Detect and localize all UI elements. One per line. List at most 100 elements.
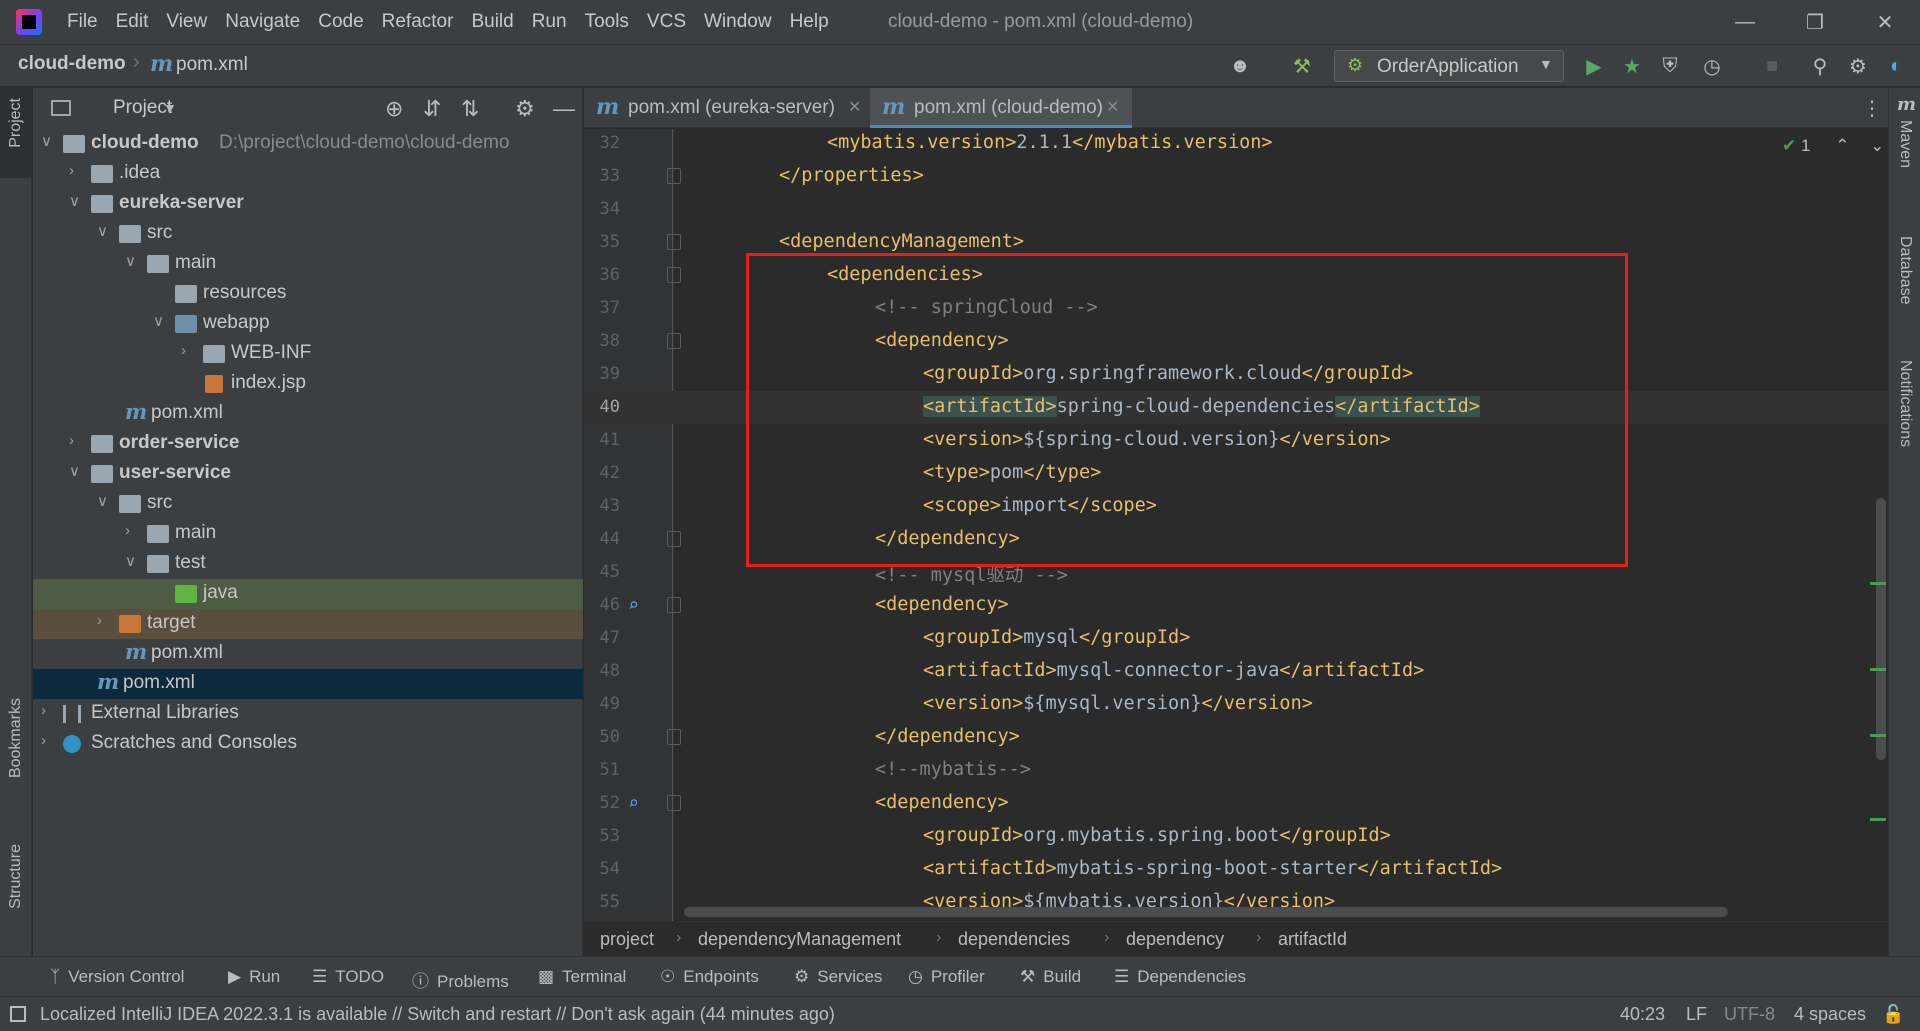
tree-item-order-service[interactable]: › order-service [33, 429, 583, 459]
chevron-down-icon[interactable]: ∨ [125, 252, 139, 270]
database-stripe-label[interactable]: Database [1896, 236, 1914, 305]
chevron-down-icon[interactable]: ∨ [41, 132, 55, 150]
code-line[interactable]: 51 <!--mybatis--> [584, 754, 1888, 787]
menu-help[interactable]: Help [781, 0, 838, 44]
line-number[interactable]: 33 [584, 166, 620, 186]
menu-code[interactable]: Code [309, 0, 372, 44]
line-number[interactable]: 49 [584, 694, 620, 714]
menu-file[interactable]: File [58, 0, 107, 44]
tab-pom-cloud-demo[interactable]: m pom.xml (cloud-demo) ✕ [870, 88, 1132, 128]
indent-setting[interactable]: 4 spaces [1794, 1004, 1866, 1025]
tree-item-user-service[interactable]: ∨ user-service [33, 459, 583, 489]
fold-marker-icon[interactable] [667, 597, 681, 613]
nav-crumb-project[interactable]: cloud-demo [18, 53, 126, 75]
line-number[interactable]: 34 [584, 199, 620, 219]
close-tab-icon[interactable]: ✕ [848, 97, 861, 117]
status-message[interactable]: Localized IntelliJ IDEA 2022.3.1 is avai… [40, 1004, 835, 1025]
tool-services[interactable]: ⚙ Services [794, 967, 882, 987]
inspection-widget[interactable]: ✔ 1 ⌃ ⌄ [1782, 136, 1884, 156]
line-number[interactable]: 52 [584, 793, 620, 813]
line-number[interactable]: 51 [584, 760, 620, 780]
line-number[interactable]: 32 [584, 133, 620, 153]
chevron-right-icon[interactable]: › [125, 522, 139, 539]
menu-window[interactable]: Window [695, 0, 781, 44]
line-number[interactable]: 39 [584, 364, 620, 384]
tree-item-java[interactable]: java [33, 579, 583, 609]
tool-windows-toggle-icon[interactable] [10, 1006, 26, 1022]
tree-item-idea[interactable]: › .idea [33, 159, 583, 189]
build-hammer-icon[interactable]: ⚒ [1290, 54, 1314, 78]
chevron-down-icon[interactable]: ∨ [97, 222, 111, 240]
profile-icon[interactable]: ◷ [1700, 54, 1724, 78]
tree-item-eureka-server[interactable]: ∨ eureka-server [33, 189, 583, 219]
hide-panel-icon[interactable]: — [553, 96, 575, 122]
tree-item-src[interactable]: ∨ src [33, 489, 583, 519]
code-line[interactable]: 52 ⌕ <dependency> [584, 787, 1888, 820]
tree-item-test[interactable]: ∨ test [33, 549, 583, 579]
line-number[interactable]: 45 [584, 562, 620, 582]
menu-vcs[interactable]: VCS [638, 0, 695, 44]
expand-all-icon[interactable]: ⇵ [423, 96, 441, 122]
panel-settings-gear-icon[interactable]: ⚙ [515, 96, 535, 122]
code-line[interactable]: 48 <artifactId>mysql-connector-java</arti… [584, 655, 1888, 688]
vertical-scrollbar[interactable] [1876, 498, 1886, 760]
chevron-right-icon[interactable]: › [41, 702, 55, 719]
fold-marker-icon[interactable] [667, 531, 681, 547]
structure-stripe-label[interactable]: Structure [7, 844, 25, 909]
run-icon[interactable]: ▶ [1582, 54, 1606, 78]
search-icon[interactable]: ⚲ [1808, 54, 1832, 78]
caret-position[interactable]: 40:23 [1620, 1004, 1665, 1025]
code-line[interactable]: 50 </dependency> [584, 721, 1888, 754]
tab-pom-eureka-server[interactable]: m pom.xml (eureka-server) ✕ [584, 88, 866, 128]
menu-edit[interactable]: Edit [107, 0, 158, 44]
chevron-right-icon[interactable]: › [69, 432, 83, 449]
fold-marker-icon[interactable] [667, 729, 681, 745]
project-stripe-button[interactable]: Project [0, 88, 32, 178]
line-number[interactable]: 46 [584, 595, 620, 615]
dependency-search-icon[interactable]: ⌕ [628, 595, 639, 616]
line-number[interactable]: 47 [584, 628, 620, 648]
tool-run[interactable]: ▶ Run [228, 967, 280, 987]
tree-item-main[interactable]: › main [33, 519, 583, 549]
line-separator[interactable]: LF [1686, 1004, 1707, 1025]
more-tabs-icon[interactable]: ⋮ [1862, 96, 1882, 121]
notifications-stripe-label[interactable]: Notifications [1896, 360, 1914, 447]
chevron-down-icon[interactable]: ∨ [125, 552, 139, 570]
code-line[interactable]: 46 ⌕ <dependency> [584, 589, 1888, 622]
line-number[interactable]: 42 [584, 463, 620, 483]
tool-endpoints[interactable]: ☉ Endpoints [660, 967, 759, 987]
breadcrumb-dependency[interactable]: dependency [1126, 929, 1224, 950]
line-number[interactable]: 48 [584, 661, 620, 681]
debug-icon[interactable]: ★ [1620, 54, 1644, 78]
tool-profiler[interactable]: ◷ Profiler [908, 967, 985, 987]
line-number[interactable]: 37 [584, 298, 620, 318]
error-stripe-mark[interactable] [1870, 818, 1886, 821]
restore-icon[interactable]: ❐ [1780, 0, 1850, 44]
fold-marker-icon[interactable] [667, 333, 681, 349]
tool-build[interactable]: ⚒ Build [1020, 967, 1081, 987]
jetbrains-toolbox-icon[interactable]: ◐ [1884, 54, 1908, 78]
tree-item-pom-xml-selected[interactable]: m pom.xml [33, 669, 583, 699]
settings-gear-icon[interactable]: ⚙ [1846, 54, 1870, 78]
close-icon[interactable]: ✕ [1850, 0, 1920, 44]
bookmarks-stripe-label[interactable]: Bookmarks [7, 698, 25, 778]
tree-item-webapp[interactable]: ∨ webapp [33, 309, 583, 339]
horizontal-scrollbar[interactable] [684, 907, 1728, 917]
tool-dependencies[interactable]: ☰ Dependencies [1114, 967, 1246, 987]
chevron-right-icon[interactable]: › [69, 162, 83, 179]
line-number[interactable]: 38 [584, 331, 620, 351]
nav-crumb-file[interactable]: pom.xml [176, 54, 248, 76]
fold-marker-icon[interactable] [667, 168, 681, 184]
tree-item-resources[interactable]: resources [33, 279, 583, 309]
chevron-down-icon[interactable]: ∨ [69, 192, 83, 210]
breadcrumb-project[interactable]: project [600, 929, 654, 950]
breadcrumb-dependencies[interactable]: dependencies [958, 929, 1070, 950]
error-stripe-mark[interactable] [1870, 668, 1886, 671]
line-number[interactable]: 35 [584, 232, 620, 252]
code-line[interactable]: 33 </properties> [584, 160, 1888, 193]
line-number[interactable]: 54 [584, 859, 620, 879]
minimize-icon[interactable]: — [1710, 0, 1780, 44]
line-number[interactable]: 55 [584, 892, 620, 912]
tool-terminal[interactable]: ▩ Terminal [538, 967, 626, 987]
tree-item-external-libraries[interactable]: › External Libraries [33, 699, 583, 729]
